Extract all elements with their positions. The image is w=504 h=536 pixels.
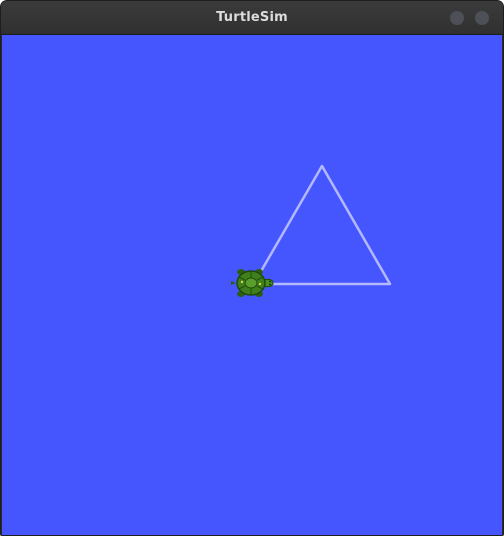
turtlesim-window: TurtleSim — [0, 0, 504, 536]
title-bar[interactable]: TurtleSim — [1, 1, 503, 35]
pen-trail — [258, 164, 392, 286]
minimize-button[interactable] — [450, 11, 464, 25]
drawing-surface — [231, 164, 392, 297]
close-button[interactable] — [475, 11, 489, 25]
turtle-canvas[interactable] — [2, 35, 502, 535]
window-title: TurtleSim — [216, 10, 288, 25]
turtle-icon — [231, 269, 274, 297]
